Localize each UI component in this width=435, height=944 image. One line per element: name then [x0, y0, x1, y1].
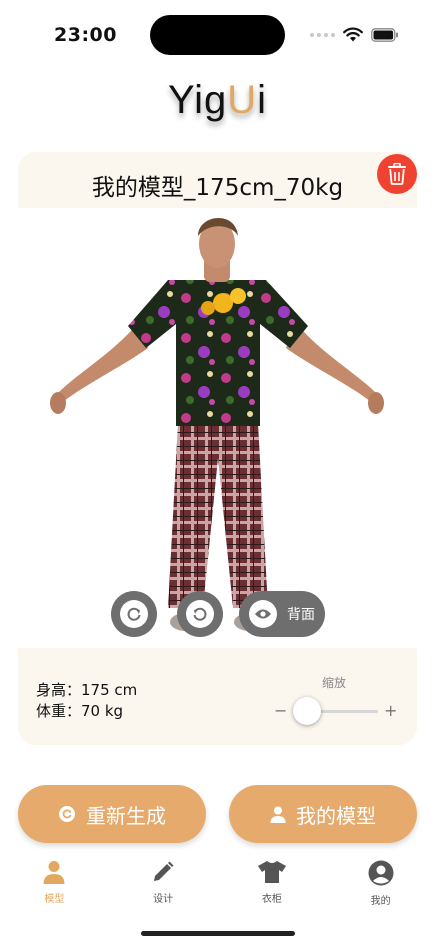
tshirt-icon — [257, 861, 286, 883]
cellular-signal-icon — [310, 32, 335, 37]
height-value: 175 cm — [81, 681, 138, 699]
app-title-part1: Yig — [167, 78, 228, 122]
dynamic-island — [150, 15, 285, 55]
view-back-label: 背面 — [287, 607, 315, 623]
rotate-counterclockwise-button[interactable] — [177, 591, 223, 637]
person-icon — [43, 861, 65, 884]
height-row: 身高：175 cm — [36, 680, 137, 701]
tab-wardrobe-label: 衣柜 — [261, 894, 282, 905]
app-title-accent: U — [227, 78, 258, 122]
refresh-icon — [58, 805, 76, 823]
weight-row: 体重：70 kg — [36, 701, 137, 722]
tab-profile[interactable]: 我的 — [327, 860, 435, 907]
my-models-button[interactable]: 我的模型 — [229, 785, 417, 843]
zoom-minus[interactable]: − — [274, 701, 287, 720]
wifi-icon — [343, 27, 363, 42]
account-circle-icon — [368, 860, 394, 886]
tab-model-label: 模型 — [44, 894, 65, 905]
model-name: 我的模型_175cm_70kg — [91, 175, 344, 201]
tab-bar: 模型 设计 衣柜 我的 — [0, 860, 435, 907]
tab-design-label: 设计 — [153, 894, 174, 905]
tab-design[interactable]: 设计 — [109, 860, 217, 907]
height-label: 身高： — [36, 681, 82, 699]
rotate-counterclockwise-icon — [186, 600, 214, 628]
my-models-label: 我的模型 — [296, 803, 376, 828]
zoom-plus[interactable]: + — [384, 701, 397, 720]
person-icon — [270, 806, 286, 823]
zoom-label: 缩放 — [322, 676, 347, 690]
tab-wardrobe[interactable]: 衣柜 — [218, 860, 326, 907]
model-viewer[interactable] — [18, 208, 417, 648]
regenerate-button[interactable]: 重新生成 — [18, 785, 206, 843]
status-time: 23:00 — [54, 24, 117, 46]
rotate-clockwise-button[interactable] — [111, 591, 157, 637]
pencil-icon — [154, 861, 174, 881]
weight-label: 体重： — [36, 702, 82, 720]
tab-model[interactable]: 模型 — [0, 860, 108, 907]
app-title-part2: i — [257, 78, 268, 122]
delete-model-button[interactable] — [377, 154, 417, 194]
eye-icon — [249, 600, 277, 628]
avatar-3d-model — [50, 217, 384, 631]
weight-value: 70 kg — [81, 702, 124, 720]
view-back-button[interactable]: 背面 — [239, 591, 325, 637]
rotate-clockwise-icon — [120, 600, 148, 628]
zoom-slider-thumb[interactable] — [292, 697, 321, 725]
battery-icon — [371, 27, 398, 42]
model-stats: 身高：175 cm 体重：70 kg — [36, 680, 137, 722]
status-icons — [310, 27, 399, 42]
regenerate-label: 重新生成 — [86, 803, 166, 828]
home-indicator — [141, 931, 295, 936]
trash-icon — [388, 163, 406, 185]
tab-profile-label: 我的 — [370, 896, 391, 907]
app-title: YigUi — [0, 78, 435, 123]
